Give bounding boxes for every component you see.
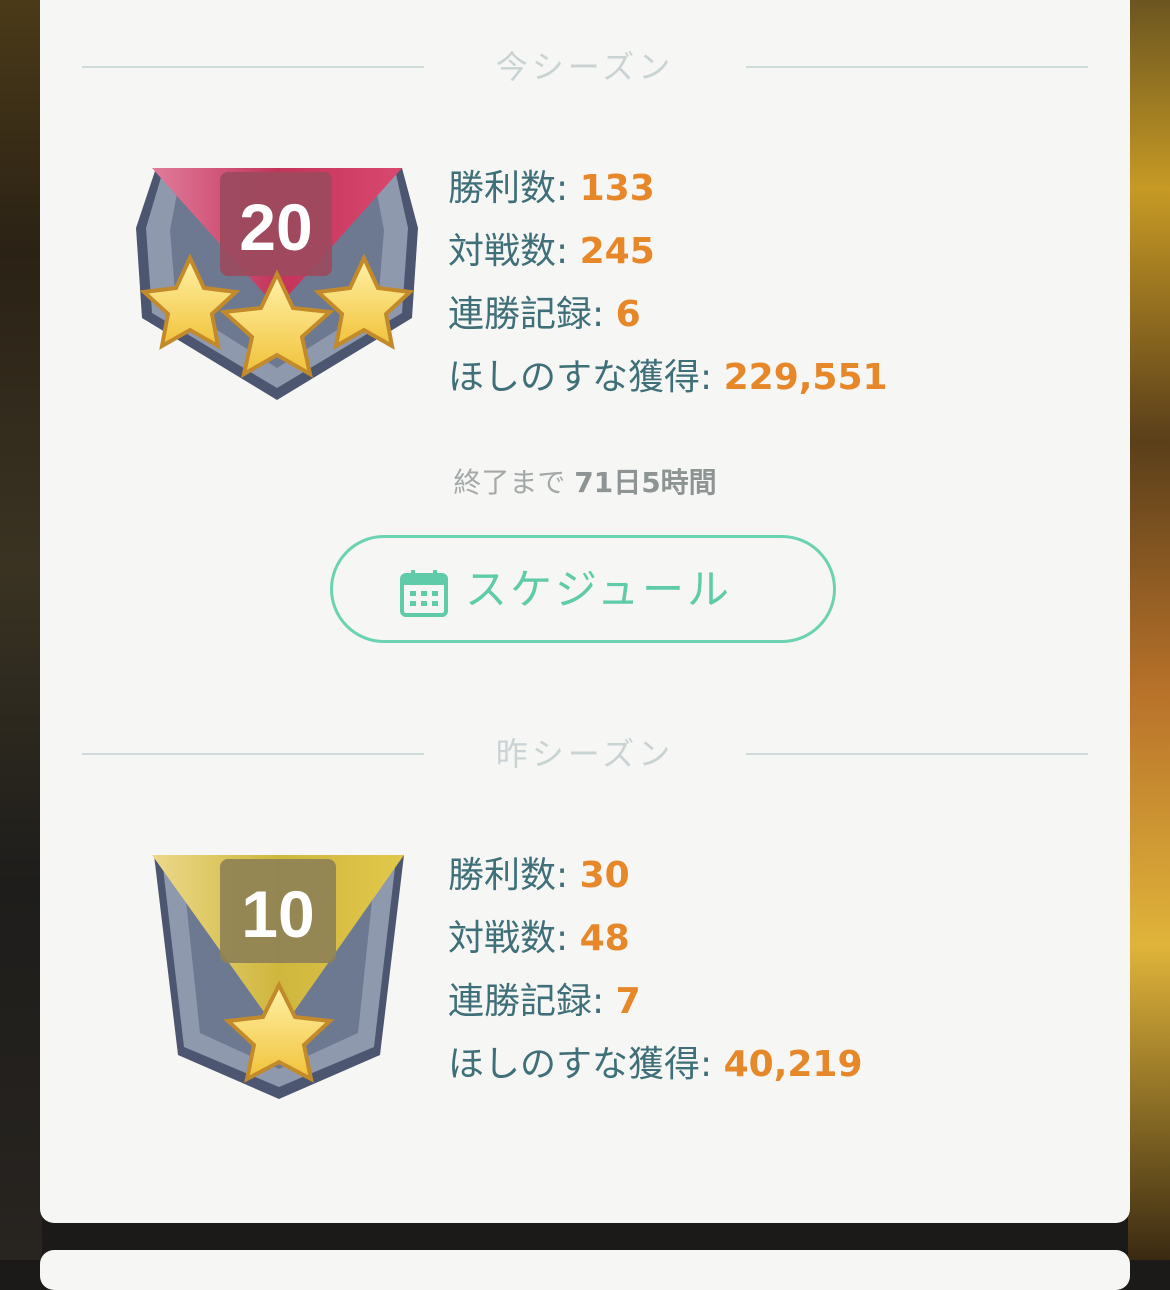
stat-stardust: ほしのすな獲得: 229,551 <box>448 357 888 398</box>
background-right <box>1128 0 1170 1260</box>
schedule-button-label: スケジュール <box>465 565 733 614</box>
current-season-stats: 勝利数: 133 対戦数: 245 連勝記録: 6 ほしのすな獲得: 229,5… <box>448 157 888 409</box>
stat-win-streak: 連勝記録: 6 <box>448 294 641 335</box>
current-rank-badge: 20 <box>132 168 422 422</box>
calendar-icon <box>400 570 448 617</box>
background-left <box>0 0 42 1260</box>
divider-line <box>746 66 1088 68</box>
season-stats-card: 今シーズン 20 勝利数: 133 対戦数: 245 連勝記録: 6 ほしのすな… <box>40 0 1130 1223</box>
divider-line <box>82 66 424 68</box>
stat-win-streak: 連勝記録: 7 <box>448 981 641 1022</box>
next-card <box>40 1250 1130 1290</box>
previous-rank-number: 10 <box>241 877 314 951</box>
rank-badge-graphic: 10 <box>152 855 404 1099</box>
stat-wins: 勝利数: 133 <box>448 168 655 209</box>
current-season-title: 今シーズン <box>495 48 675 86</box>
current-season-header: 今シーズン <box>40 47 1130 87</box>
previous-season-title: 昨シーズン <box>495 735 675 773</box>
divider-line <box>746 753 1088 755</box>
stat-battles: 対戦数: 48 <box>448 918 630 959</box>
previous-rank-badge: 10 <box>148 855 410 1109</box>
previous-season-header: 昨シーズン <box>40 734 1130 774</box>
schedule-button[interactable]: スケジュール <box>330 535 836 643</box>
stat-wins: 勝利数: 30 <box>448 855 630 896</box>
stat-stardust: ほしのすな獲得: 40,219 <box>448 1044 863 1085</box>
current-rank-number: 20 <box>239 190 312 264</box>
stat-battles: 対戦数: 245 <box>448 231 655 272</box>
previous-season-stats: 勝利数: 30 対戦数: 48 連勝記録: 7 ほしのすな獲得: 40,219 <box>448 844 863 1096</box>
divider-line <box>82 753 424 755</box>
rank-badge-graphic: 20 <box>136 168 418 400</box>
season-remaining-time: 終了まで 71日5時間 <box>453 466 717 499</box>
